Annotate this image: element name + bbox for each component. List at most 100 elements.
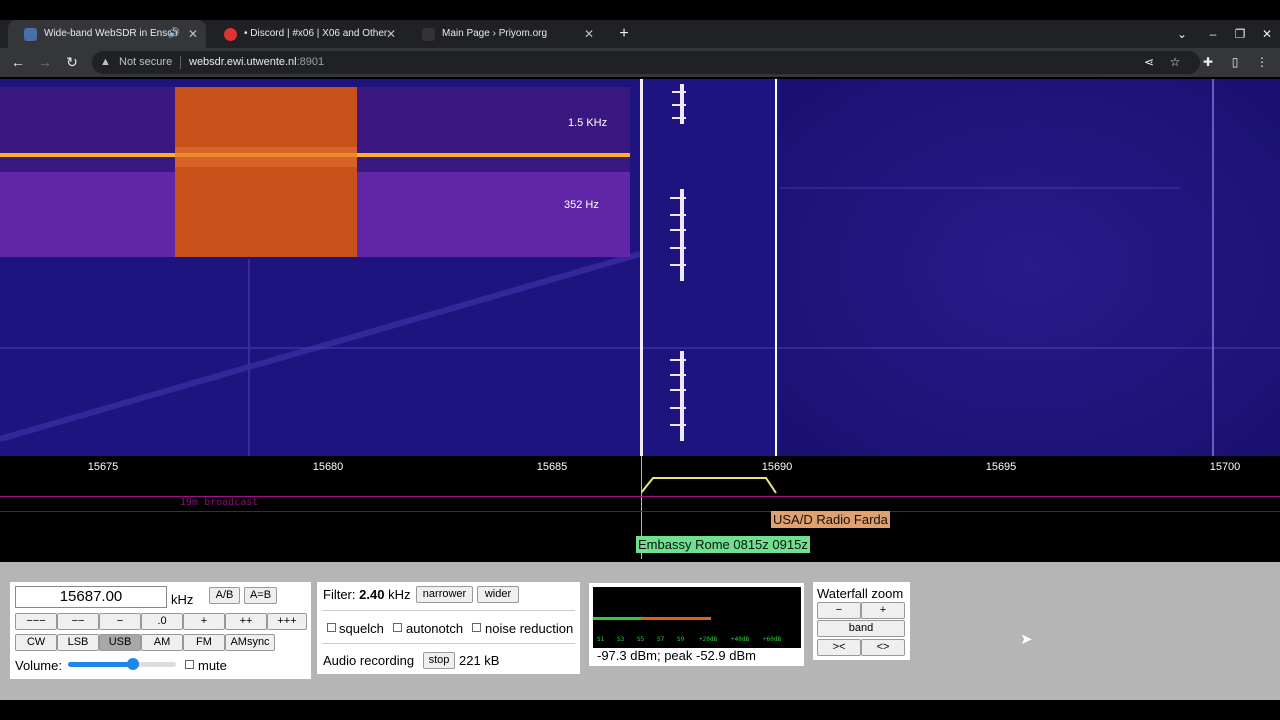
mode-am-button[interactable]: AM bbox=[141, 634, 183, 651]
mouse-cursor-icon: ➤ bbox=[1020, 631, 1033, 648]
smeter-scale-label: S1 bbox=[597, 636, 605, 643]
smeter: S1 S3 S5 S7 S9 +20dB +40dB +60dB bbox=[593, 587, 801, 648]
reload-icon[interactable]: ↻ bbox=[62, 48, 82, 77]
url-port: :8901 bbox=[296, 56, 325, 68]
divider bbox=[322, 643, 575, 644]
a-equals-b-button[interactable]: A=B bbox=[244, 587, 277, 604]
tick-label: 15680 bbox=[312, 461, 344, 473]
mute-checkbox[interactable] bbox=[185, 660, 194, 669]
address-bar[interactable]: ▲ Not secure websdr.ewi.utwente.nl:8901 bbox=[92, 51, 1200, 74]
noise-reduction-checkbox[interactable] bbox=[472, 623, 481, 632]
zoom-band-button[interactable]: band bbox=[817, 620, 905, 637]
mode-usb-button[interactable]: USB bbox=[99, 634, 141, 651]
tab-search-icon[interactable]: ⌄ bbox=[1169, 20, 1195, 48]
volume-slider[interactable] bbox=[68, 658, 176, 670]
forward-icon[interactable]: → bbox=[35, 48, 55, 77]
recording-size: 221 kB bbox=[459, 653, 500, 668]
filter-label: Filter: 2.40 kHz bbox=[323, 587, 411, 602]
zoom-label-2: 352 Hz bbox=[564, 199, 599, 211]
tab-priyom[interactable]: Main Page › Priyom.org ✕ bbox=[406, 20, 602, 48]
share-icon[interactable]: ⋖ bbox=[1139, 48, 1159, 77]
passband-indicator[interactable] bbox=[641, 464, 781, 496]
bottom-bar bbox=[0, 700, 1280, 720]
url-host: websdr.ewi.utwente.nl bbox=[189, 56, 297, 68]
minimize-icon[interactable]: – bbox=[1200, 20, 1226, 48]
volume-fill bbox=[68, 662, 133, 667]
noise-reduction-label: noise reduction bbox=[485, 621, 574, 636]
volume-handle[interactable] bbox=[126, 658, 139, 670]
frequency-input[interactable]: 15687.00 bbox=[15, 586, 167, 608]
speaker-icon[interactable]: 🔊 bbox=[168, 20, 180, 48]
zoom-out-button[interactable]: − bbox=[817, 602, 861, 619]
security-label[interactable]: Not secure bbox=[119, 51, 172, 74]
smeter-scale-label: +40dB bbox=[731, 636, 750, 643]
zoom-in-button[interactable]: + bbox=[861, 602, 905, 619]
discord-favicon-icon bbox=[224, 28, 237, 41]
tick-label: 15695 bbox=[985, 461, 1017, 473]
websdr-favicon-icon bbox=[24, 28, 37, 41]
smeter-box: S1 S3 S5 S7 S9 +20dB +40dB +60dB -97.3 d… bbox=[589, 583, 804, 666]
tick-label: 15675 bbox=[87, 461, 119, 473]
frequency-scale[interactable]: 15675 15680 15685 15690 15695 15700 bbox=[0, 456, 1280, 494]
control-panel: 15687.00 kHz A/B A=B −−− −− − .0 + ++ ++… bbox=[0, 562, 1280, 700]
ab-button[interactable]: A/B bbox=[209, 587, 240, 604]
close-icon[interactable]: ✕ bbox=[188, 20, 198, 48]
filter-unit: kHz bbox=[388, 587, 411, 602]
smeter-scale-label: S3 bbox=[617, 636, 625, 643]
autonotch-label: autonotch bbox=[406, 621, 464, 636]
filter-value: 2.40 bbox=[359, 587, 385, 602]
zoom-wide-button[interactable]: <> bbox=[861, 639, 905, 656]
tab-discord[interactable]: • Discord | #x06 | X06 and Other ✕ bbox=[208, 20, 404, 48]
close-icon[interactable]: ✕ bbox=[584, 20, 594, 48]
mute-label: mute bbox=[198, 658, 227, 673]
mode-cw-button[interactable]: CW bbox=[15, 634, 57, 651]
url-text[interactable]: websdr.ewi.utwente.nl:8901 bbox=[189, 51, 324, 74]
step-button[interactable]: .0 bbox=[141, 613, 183, 630]
restore-icon[interactable]: ❐ bbox=[1227, 20, 1253, 48]
station-label[interactable]: USA/D Radio Farda bbox=[771, 511, 890, 528]
station-label[interactable]: Embassy Rome 0815z 0915z bbox=[636, 536, 810, 553]
frequency-box: 15687.00 kHz A/B A=B −−− −− − .0 + ++ ++… bbox=[10, 582, 311, 679]
back-icon[interactable]: ← bbox=[8, 48, 28, 77]
tab-title: • Discord | #x06 | X06 and Other bbox=[244, 28, 388, 39]
tab-title: Main Page › Priyom.org bbox=[442, 28, 548, 39]
menu-icon[interactable]: ⋮ bbox=[1252, 48, 1272, 77]
tab-websdr[interactable]: Wide-band WebSDR in Ensch 🔊 ✕ bbox=[8, 20, 206, 48]
star-icon[interactable]: ☆ bbox=[1165, 48, 1185, 77]
step-button[interactable]: +++ bbox=[267, 613, 307, 630]
step-button[interactable]: −−− bbox=[15, 613, 57, 630]
warning-icon[interactable]: ▲ bbox=[100, 51, 111, 74]
extensions-icon[interactable]: ✚ bbox=[1198, 48, 1218, 77]
close-icon[interactable]: ✕ bbox=[386, 20, 396, 48]
stop-button[interactable]: stop bbox=[423, 652, 455, 669]
narrower-button[interactable]: narrower bbox=[416, 586, 473, 603]
autonotch-checkbox[interactable] bbox=[393, 623, 402, 632]
mode-fm-button[interactable]: FM bbox=[183, 634, 225, 651]
mode-amsync-button[interactable]: AMsync bbox=[225, 634, 275, 651]
step-button[interactable]: ++ bbox=[225, 613, 267, 630]
smeter-reading: -97.3 dBm; peak -52.9 dBm bbox=[597, 648, 756, 663]
tick-label: 15685 bbox=[536, 461, 568, 473]
tab-strip: Wide-band WebSDR in Ensch 🔊 ✕ • Discord … bbox=[0, 20, 1280, 48]
divider bbox=[322, 610, 575, 611]
smeter-scale-label: +60dB bbox=[763, 636, 782, 643]
new-tab-button[interactable]: + bbox=[612, 20, 636, 48]
step-button[interactable]: − bbox=[99, 613, 141, 630]
mode-lsb-button[interactable]: LSB bbox=[57, 634, 99, 651]
zoom-box: Waterfall zoom − + band >< <> bbox=[813, 582, 910, 660]
smeter-scale-label: S5 bbox=[637, 636, 645, 643]
sdr-display: 1.5 KHz 352 Hz 15675 15680 15685 15690 1… bbox=[0, 77, 1280, 562]
volume-label: Volume: bbox=[15, 658, 62, 673]
zoom-narrow-button[interactable]: >< bbox=[817, 639, 861, 656]
smeter-peak-bar bbox=[641, 617, 711, 620]
step-button[interactable]: + bbox=[183, 613, 225, 630]
squelch-label: squelch bbox=[339, 621, 384, 636]
squelch-checkbox[interactable] bbox=[327, 623, 336, 632]
divider bbox=[0, 511, 1280, 512]
wider-button[interactable]: wider bbox=[477, 586, 519, 603]
side-panel-icon[interactable]: ▯ bbox=[1225, 48, 1245, 77]
close-window-icon[interactable]: ✕ bbox=[1254, 20, 1280, 48]
smeter-level-bar bbox=[593, 617, 641, 620]
zoom-title: Waterfall zoom bbox=[817, 586, 904, 601]
step-button[interactable]: −− bbox=[57, 613, 99, 630]
